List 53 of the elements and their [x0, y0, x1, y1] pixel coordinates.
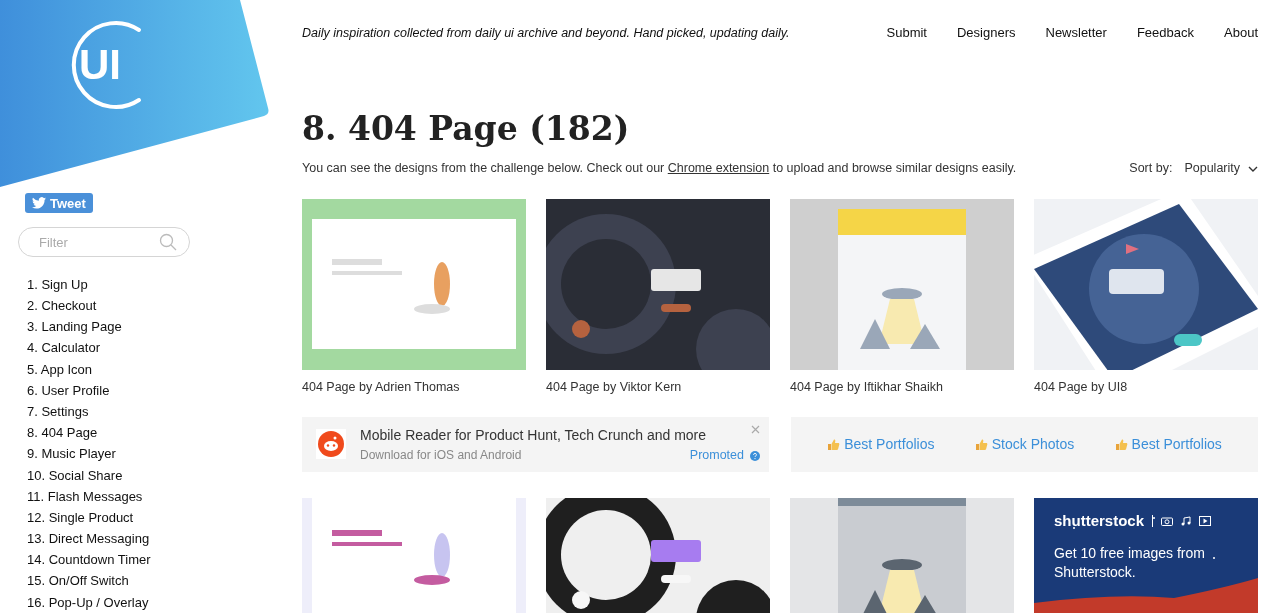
camera-icon	[1161, 516, 1174, 527]
banner-headline: Get 10 free images from Shutterstock.	[1053, 544, 1206, 583]
sidebar-item[interactable]: 11. Flash Messages	[27, 486, 143, 507]
design-caption: 404 Page by Iftikhar Shaikh	[790, 379, 944, 397]
sidebar-item[interactable]: 8. 404 Page	[27, 423, 98, 443]
design-caption: 404 Page by Adrien Thomas	[302, 379, 461, 397]
sidebar-item[interactable]: 1. Sign Up	[27, 274, 88, 295]
sidebar-item[interactable]: 9. Music Player	[27, 444, 116, 464]
sidebar-item[interactable]: 4. Calculator	[27, 338, 100, 358]
chrome-extension-link[interactable]: Chrome extension	[667, 161, 770, 176]
thumbs-up-icon	[974, 437, 988, 451]
sidebar-item[interactable]: 16. Pop-Up / Overlay	[27, 592, 149, 613]
nav-link[interactable]: Submit	[886, 23, 927, 43]
design-card[interactable]: 404 Page by Iftikhar Shaikh	[790, 199, 1014, 397]
design-caption: 404 Page by Viktor Kern	[546, 379, 683, 397]
sidebar-item[interactable]: 12. Single Product	[27, 507, 134, 528]
sidebar-item[interactable]: 6. User Profile	[27, 380, 110, 401]
thumbs-up-icon	[1114, 437, 1128, 451]
filter-field[interactable]: Filter	[18, 227, 190, 257]
ad-card[interactable]: Mobile Reader for Product Hunt, Tech Crunch and more Download for iOS and Android Promoted	[302, 416, 769, 472]
close-icon[interactable]	[751, 424, 760, 434]
design-card[interactable]: 404 Page by Viktor Kern	[546, 199, 770, 397]
design-card[interactable]: 404 Page by UI8	[1034, 199, 1258, 397]
search-icon	[159, 233, 177, 252]
design-caption: 404 Page by UI8	[1034, 379, 1129, 397]
sort-dropdown[interactable]: Popularity	[1184, 159, 1258, 179]
nav-link[interactable]: Designers	[956, 23, 1016, 43]
sidebar-item[interactable]: 5. App Icon	[27, 359, 93, 380]
nav-link[interactable]: Newsletter	[1045, 23, 1107, 43]
bird-icon	[32, 197, 46, 210]
promoted-label: Promoted	[689, 447, 744, 465]
tagline: Daily inspiration collected from daily ui archive and beyond. Hand picked, updating daily.	[302, 24, 790, 42]
design-card[interactable]: 404 Page by Adrien Thomas	[302, 199, 526, 397]
chevron-down-icon	[1248, 165, 1258, 172]
nav-link[interactable]: About	[1224, 23, 1258, 43]
sidebar-item[interactable]: 15. On/Off Switch	[27, 571, 129, 591]
sidebar-item[interactable]: 7. Settings	[27, 401, 89, 422]
brand-logo: shutterstock	[1054, 511, 1145, 531]
ad-title: Mobile Reader for Product Hunt, Tech Crunch and more	[360, 425, 707, 445]
thumbs-up-icon	[827, 437, 841, 451]
sort-label: Sort by:	[1129, 160, 1173, 178]
sidebar-item[interactable]: 13. Direct Messaging	[27, 529, 150, 549]
alien-app-icon	[316, 429, 346, 460]
sidebar-item[interactable]: 10. Social Share	[27, 465, 123, 486]
nav-link[interactable]: Feedback	[1136, 23, 1194, 43]
video-icon	[1199, 516, 1212, 527]
sidebar-item[interactable]: 3. Landing Page	[27, 317, 122, 337]
sidebar-item[interactable]: 2. Checkout	[27, 296, 97, 316]
page-title: 8. 404 Page (182)	[302, 109, 631, 150]
music-note-icon	[1181, 516, 1192, 527]
help-icon[interactable]	[750, 450, 760, 461]
sidebar-item[interactable]: 14. Countdown Timer	[27, 550, 151, 570]
intro-text: You can see the designs from the challenge below. Check out our Chrome extension to upload and browse similar designs easily.	[302, 160, 1017, 178]
